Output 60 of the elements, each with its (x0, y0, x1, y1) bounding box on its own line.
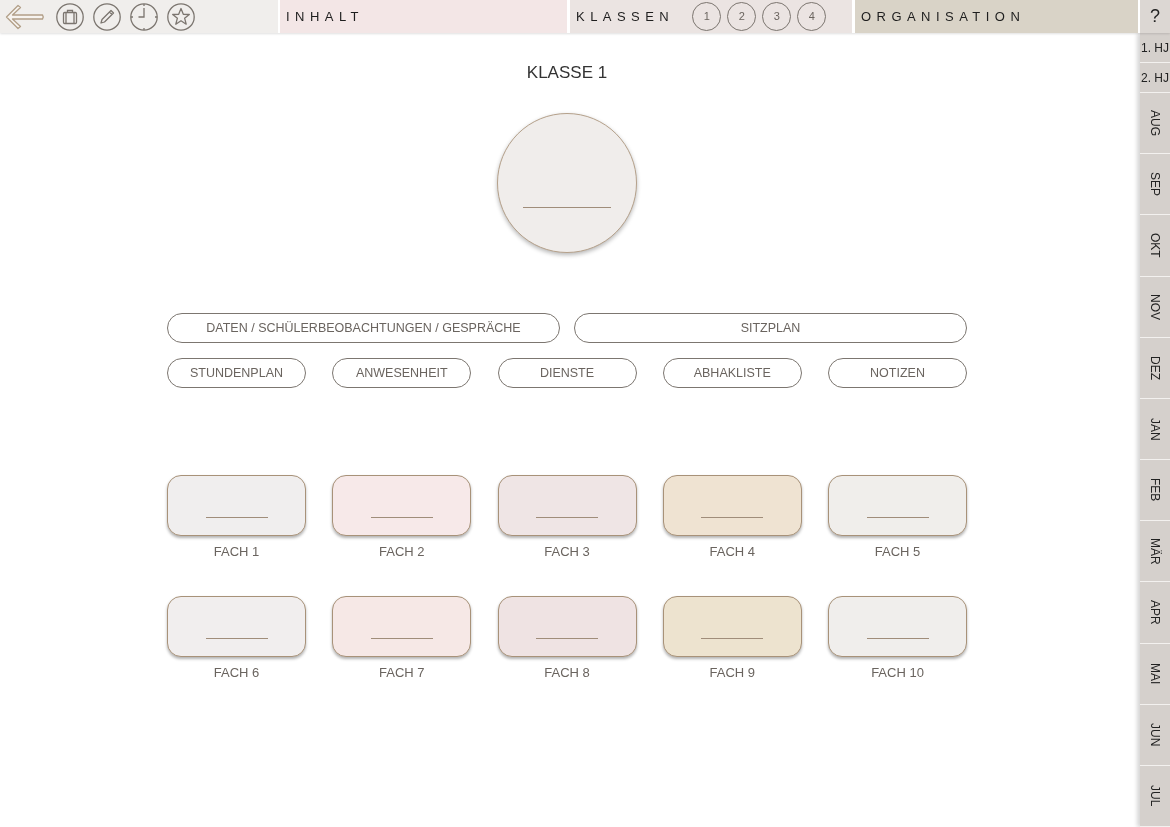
subject-label: FACH 2 (379, 544, 425, 560)
menu-button[interactable]: DATEN / SCHÜLERBEOBACHTUNGEN / GESPRÄCHE (167, 313, 560, 343)
help-button[interactable]: ? (1140, 0, 1170, 33)
fill-in-line (370, 517, 433, 518)
back-arrow-icon[interactable] (5, 3, 45, 30)
subject-tile[interactable] (828, 475, 967, 536)
month-tab[interactable]: JUL (1140, 765, 1170, 827)
fill-in-line (536, 517, 598, 518)
subject-tile[interactable] (497, 475, 637, 536)
subject-tile[interactable] (662, 475, 802, 536)
subject-tile[interactable] (167, 596, 306, 657)
half-year-tab[interactable]: 2. HJ (1140, 63, 1170, 93)
fill-in-line (866, 638, 929, 639)
subject-tile[interactable] (662, 596, 802, 657)
month-tab[interactable]: APR (1140, 582, 1170, 644)
month-tab[interactable]: JAN (1140, 398, 1170, 461)
menu-button[interactable]: SITZPLAN (574, 313, 967, 343)
nav-tab[interactable]: ORGANISATION (861, 6, 1026, 27)
month-tab[interactable]: AUG (1140, 93, 1170, 155)
month-tab[interactable]: MAI (1140, 643, 1170, 705)
subject-label: FACH 10 (871, 665, 924, 681)
subject-label: FACH 9 (709, 665, 755, 681)
fill-in-line (370, 638, 433, 639)
month-tab[interactable]: FEB (1140, 460, 1170, 522)
page-title: KLASSE 1 (525, 62, 609, 84)
month-tab[interactable]: JUN (1140, 704, 1170, 766)
subject-tile[interactable] (828, 596, 967, 657)
briefcase-icon[interactable] (56, 2, 84, 31)
month-tab[interactable]: OKT (1140, 215, 1170, 277)
subject-label: FACH 8 (544, 665, 590, 681)
fill-in-line (701, 638, 764, 639)
fill-in-line (205, 517, 268, 518)
subject-label: FACH 3 (544, 544, 590, 560)
subject-label: FACH 5 (874, 544, 921, 560)
subject-tile[interactable] (167, 475, 306, 536)
nav-tab[interactable]: INHALT (286, 6, 365, 27)
half-year-tab[interactable]: 1. HJ (1140, 33, 1170, 63)
fill-in-line (701, 517, 764, 518)
fill-in-line (536, 638, 598, 639)
menu-button[interactable]: NOTIZEN (828, 358, 967, 388)
fill-in-line (205, 638, 268, 639)
subject-tile[interactable] (332, 475, 472, 536)
nav-tab[interactable]: KLASSEN (576, 6, 675, 27)
menu-button[interactable]: STUNDENPLAN (167, 358, 306, 388)
subject-label: FACH 1 (213, 544, 260, 560)
menu-button[interactable]: ANWESENHEIT (332, 358, 472, 388)
subject-label: FACH 7 (379, 665, 425, 681)
subject-tile[interactable] (497, 596, 637, 657)
month-tab[interactable]: MÄR (1140, 521, 1170, 583)
month-tab[interactable]: DEZ (1140, 337, 1170, 399)
menu-button[interactable]: DIENSTE (497, 358, 637, 388)
fill-in-line (866, 517, 929, 518)
subject-label: FACH 4 (709, 544, 755, 560)
month-tab[interactable]: SEP (1140, 154, 1170, 216)
subject-label: FACH 6 (213, 665, 260, 681)
month-tab[interactable]: NOV (1140, 276, 1170, 338)
menu-button[interactable]: ABHAKLISTE (662, 358, 802, 388)
clock-icon[interactable] (130, 2, 158, 31)
subject-tile[interactable] (332, 596, 472, 657)
pencil-icon[interactable] (93, 2, 121, 31)
